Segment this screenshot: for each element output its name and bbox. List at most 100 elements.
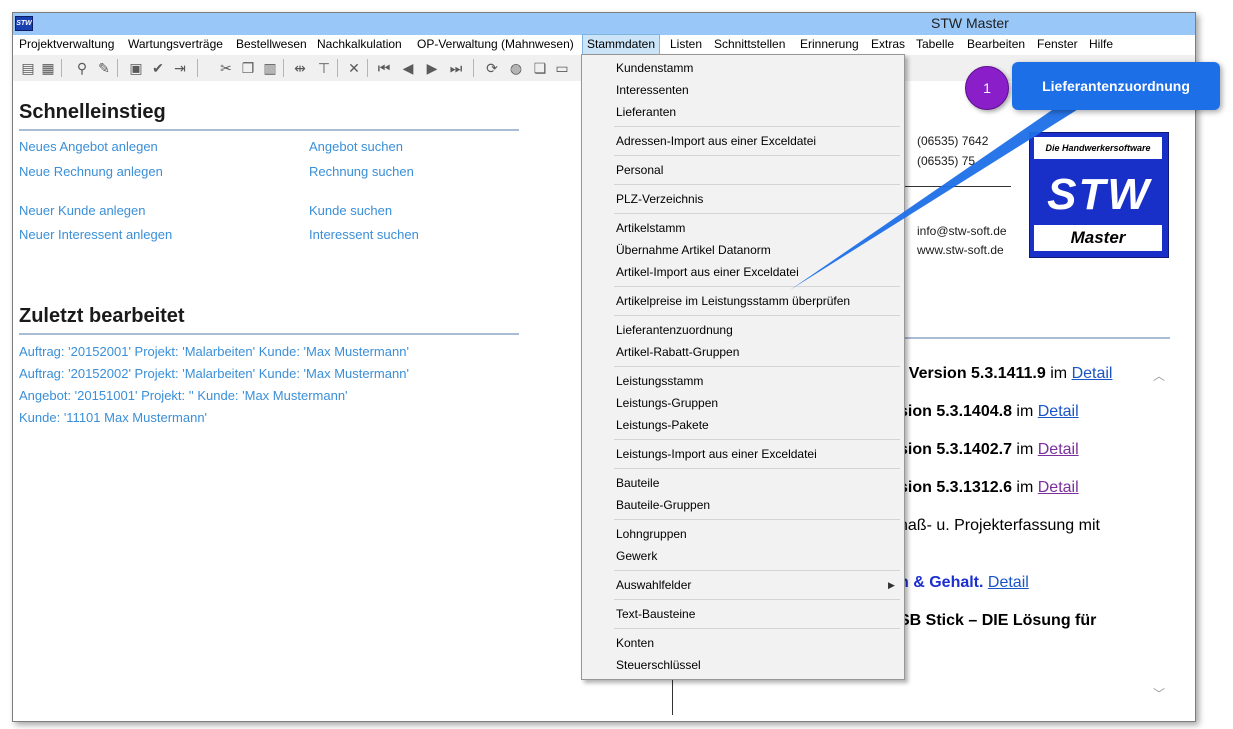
menu-hilfe[interactable]: Hilfe [1089, 35, 1113, 55]
detail-link[interactable]: Detail [1038, 441, 1079, 458]
print-preview-icon[interactable]: ▦ [39, 59, 57, 77]
menu-item-uebernahme-datanorm[interactable]: Übernahme Artikel Datanorm [616, 243, 771, 257]
menu-item-kundenstamm[interactable]: Kundenstamm [616, 61, 693, 75]
refresh-icon[interactable]: ⟳ [483, 59, 501, 77]
logo-tagline: Die Handwerkersoftware [1034, 137, 1162, 159]
recent-item[interactable]: Auftrag: '20152001' Projekt: 'Malarbeite… [19, 344, 409, 359]
contact-website[interactable]: www.stw-soft.de [917, 243, 1004, 257]
logo-product: Master [1034, 225, 1162, 251]
edit-icon[interactable]: ✎ [95, 59, 113, 77]
menu-item-artikelstamm[interactable]: Artikelstamm [616, 221, 685, 235]
menu-item-plz-verzeichnis[interactable]: PLZ-Verzeichnis [616, 192, 703, 206]
menu-extras[interactable]: Extras [871, 35, 905, 55]
fax-number: (06535) 75 [917, 154, 976, 168]
last-record-icon[interactable]: ⏭ [447, 59, 465, 77]
menu-separator [614, 315, 900, 316]
toolbar-separator [283, 59, 284, 77]
minus-icon[interactable]: ▭ [553, 59, 571, 77]
save-icon[interactable]: ▣ [127, 59, 145, 77]
column-icon[interactable]: ⇹ [291, 59, 309, 77]
recent-item[interactable]: Kunde: '11101 Max Mustermann' [19, 410, 207, 425]
menu-separator [614, 570, 900, 571]
link-kunde-suchen[interactable]: Kunde suchen [309, 203, 392, 218]
menu-projektverwaltung[interactable]: Projektverwaltung [19, 35, 114, 55]
contact-divider [903, 186, 1011, 187]
print-icon[interactable]: ▤ [19, 59, 37, 77]
menu-separator [614, 439, 900, 440]
previous-record-icon[interactable]: ◀ [399, 59, 417, 77]
menu-fenster[interactable]: Fenster [1037, 35, 1078, 55]
recent-item[interactable]: Auftrag: '20152002' Projekt: 'Malarbeite… [19, 366, 409, 381]
phone-number: (06535) 7642 [917, 134, 989, 148]
window-icon[interactable]: ❏ [531, 59, 549, 77]
globe-icon[interactable]: ◍ [507, 59, 525, 77]
menu-item-leistungsstamm[interactable]: Leistungsstamm [616, 374, 703, 388]
row-icon[interactable]: ⊤ [315, 59, 333, 77]
news-line-3: sion 5.3.1402.7 im Detail [899, 441, 1079, 458]
exit-icon[interactable]: ⇥ [171, 59, 189, 77]
scroll-up-arrow-icon[interactable]: ︿ [1153, 367, 1165, 384]
menu-item-leistungs-gruppen[interactable]: Leistungs-Gruppen [616, 396, 718, 410]
link-neuer-interessent[interactable]: Neuer Interessent anlegen [19, 227, 172, 242]
menu-item-bauteile-gruppen[interactable]: Bauteile-Gruppen [616, 498, 710, 512]
contact-email[interactable]: info@stw-soft.de [917, 224, 1007, 238]
menu-nachkalkulation[interactable]: Nachkalkulation [317, 35, 402, 55]
callout-label: Lieferantenzuordnung [1012, 62, 1220, 110]
menu-erinnerung[interactable]: Erinnerung [800, 35, 859, 55]
cut-icon[interactable]: ✂ [217, 59, 235, 77]
detail-link[interactable]: Detail [1038, 479, 1079, 496]
schnelleinstieg-heading: Schnelleinstieg [19, 101, 166, 123]
menu-item-leistungs-import[interactable]: Leistungs-Import aus einer Exceldatei [616, 447, 817, 461]
zuletzt-heading: Zuletzt bearbeitet [19, 305, 185, 327]
app-icon[interactable]: STW [15, 16, 33, 31]
menu-item-lieferantenzuordnung[interactable]: Lieferantenzuordnung [616, 323, 733, 337]
menu-listen[interactable]: Listen [670, 35, 702, 55]
copy-icon[interactable]: ❐ [239, 59, 257, 77]
menu-item-interessenten[interactable]: Interessenten [616, 83, 689, 97]
toolbar-separator [197, 59, 198, 77]
news-line-6: n & Gehalt. Detail [899, 574, 1029, 591]
toolbar-separator [117, 59, 118, 77]
menu-item-lohngruppen[interactable]: Lohngruppen [616, 527, 687, 541]
scroll-down-arrow-icon[interactable]: ﹀ [1153, 685, 1165, 702]
link-rechnung-suchen[interactable]: Rechnung suchen [309, 164, 414, 179]
link-neues-angebot[interactable]: Neues Angebot anlegen [19, 139, 158, 154]
menu-op-verwaltung[interactable]: OP-Verwaltung (Mahnwesen) [417, 35, 574, 55]
paste-icon[interactable]: ▥ [261, 59, 279, 77]
first-record-icon[interactable]: ⏮ [375, 59, 393, 77]
menu-separator [614, 519, 900, 520]
link-neuer-kunde[interactable]: Neuer Kunde anlegen [19, 203, 146, 218]
next-record-icon[interactable]: ▶ [423, 59, 441, 77]
link-angebot-suchen[interactable]: Angebot suchen [309, 139, 403, 154]
link-interessent-suchen[interactable]: Interessent suchen [309, 227, 419, 242]
menu-item-adressen-import[interactable]: Adressen-Import aus einer Exceldatei [616, 134, 816, 148]
detail-link[interactable]: Detail [1038, 403, 1079, 420]
menu-separator [614, 126, 900, 127]
menu-item-text-bausteine[interactable]: Text-Bausteine [616, 607, 695, 621]
delete-icon[interactable]: ✕ [345, 59, 363, 77]
menu-schnittstellen[interactable]: Schnittstellen [714, 35, 785, 55]
detail-link[interactable]: Detail [988, 574, 1029, 591]
recent-item[interactable]: Angebot: '20151001' Projekt: '' Kunde: '… [19, 388, 348, 403]
menu-item-bauteile[interactable]: Bauteile [616, 476, 659, 490]
menu-tabelle[interactable]: Tabelle [916, 35, 954, 55]
menu-bearbeiten[interactable]: Bearbeiten [967, 35, 1025, 55]
menu-bestellwesen[interactable]: Bestellwesen [236, 35, 307, 55]
menu-item-personal[interactable]: Personal [616, 163, 663, 177]
menu-item-gewerk[interactable]: Gewerk [616, 549, 657, 563]
menu-item-konten[interactable]: Konten [616, 636, 654, 650]
menu-item-auswahlfelder[interactable]: Auswahlfelder [616, 578, 691, 592]
app-window: STW STW Master Projektverwaltung Wartung… [12, 12, 1196, 722]
menu-item-artikel-rabatt-gruppen[interactable]: Artikel-Rabatt-Gruppen [616, 345, 739, 359]
menu-item-artikelpreise-pruefen[interactable]: Artikelpreise im Leistungsstamm überprüf… [616, 294, 850, 308]
detail-link[interactable]: Detail [1072, 365, 1113, 382]
menu-item-lieferanten[interactable]: Lieferanten [616, 105, 676, 119]
link-neue-rechnung[interactable]: Neue Rechnung anlegen [19, 164, 163, 179]
menu-item-steuerschluessel[interactable]: Steuerschlüssel [616, 658, 701, 672]
check-icon[interactable]: ✔ [149, 59, 167, 77]
menu-wartungsvertraege[interactable]: Wartungsverträge [128, 35, 223, 55]
search-icon[interactable]: ⚲ [73, 59, 91, 77]
menu-stammdaten[interactable]: Stammdaten [581, 34, 661, 56]
menu-item-artikel-import[interactable]: Artikel-Import aus einer Exceldatei [616, 265, 799, 279]
menu-item-leistungs-pakete[interactable]: Leistungs-Pakete [616, 418, 709, 432]
